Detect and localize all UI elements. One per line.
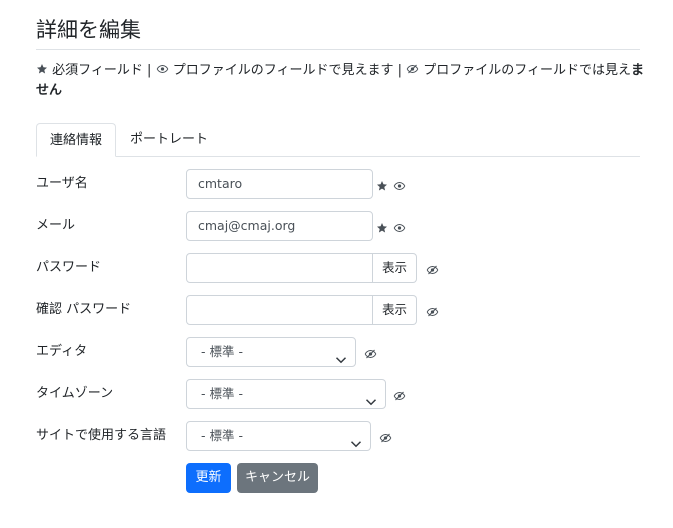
legend-separator: |	[147, 63, 152, 78]
field-legend: 必須フィールド | プロファイルのフィールドで見えます | プロファイルのフィー…	[36, 61, 646, 100]
password-input[interactable]	[186, 253, 373, 283]
timezone-row: タイムゾーン - 標準 -	[36, 379, 646, 409]
editor-row: エディタ - 標準 -	[36, 337, 646, 367]
password-label: パスワード	[36, 260, 102, 275]
eye-slash-icon	[379, 429, 392, 448]
title-divider	[36, 49, 640, 50]
timezone-selected-value: - 標準 -	[201, 386, 243, 401]
star-icon	[376, 219, 388, 238]
tab-portrait[interactable]: ポートレート	[117, 123, 221, 156]
star-icon	[36, 62, 48, 81]
page-title: 詳細を編集	[36, 18, 141, 42]
chevron-down-icon	[365, 389, 377, 417]
cancel-button[interactable]: キャンセル	[237, 463, 318, 493]
show-password-button[interactable]: 表示	[373, 253, 417, 283]
save-button[interactable]: 更新	[186, 463, 231, 493]
star-icon	[376, 177, 388, 196]
site-language-select[interactable]: - 標準 -	[186, 421, 371, 451]
eye-slash-icon	[364, 345, 377, 364]
email-row: メール cmaj@cmaj.org	[36, 211, 646, 241]
site-language-row: サイトで使用する言語 - 標準 -	[36, 421, 646, 451]
legend-hidden-text: プロファイルのフィールドでは見え	[423, 63, 632, 78]
editor-label: エディタ	[36, 344, 88, 359]
tab-bar: 連絡情報 ポートレート	[36, 123, 640, 157]
eye-icon	[393, 177, 406, 196]
eye-icon	[393, 219, 406, 238]
email-label: メール	[36, 218, 76, 233]
editor-select[interactable]: - 標準 -	[186, 337, 356, 367]
chevron-down-icon	[335, 347, 347, 375]
eye-slash-icon	[426, 303, 439, 322]
site-language-label: サイトで使用する言語	[36, 428, 167, 443]
username-label: ユーザ名	[36, 176, 88, 191]
username-row: ユーザ名 cmtaro	[36, 169, 646, 199]
password-row: パスワード 表示	[36, 253, 646, 283]
tab-contact-info[interactable]: 連絡情報	[36, 123, 117, 157]
password-confirm-row: 確認 パスワード 表示	[36, 295, 646, 325]
legend-visible-text: プロファイルのフィールドで見えます	[172, 63, 394, 78]
site-language-selected-value: - 標準 -	[201, 428, 243, 443]
eye-slash-icon	[393, 387, 406, 406]
chevron-down-icon	[350, 431, 362, 459]
show-password-confirm-button[interactable]: 表示	[373, 295, 417, 325]
email-input[interactable]: cmaj@cmaj.org	[186, 211, 373, 241]
password-confirm-label: 確認 パスワード	[36, 302, 132, 317]
timezone-label: タイムゾーン	[36, 386, 114, 401]
eye-icon	[156, 62, 169, 81]
timezone-select[interactable]: - 標準 -	[186, 379, 386, 409]
password-confirm-input[interactable]	[186, 295, 373, 325]
legend-required-text: 必須フィールド	[52, 63, 143, 78]
eye-slash-icon	[426, 261, 439, 280]
username-input[interactable]: cmtaro	[186, 169, 373, 199]
legend-separator: |	[397, 63, 402, 78]
editor-selected-value: - 標準 -	[201, 344, 243, 359]
eye-slash-icon	[406, 62, 419, 81]
